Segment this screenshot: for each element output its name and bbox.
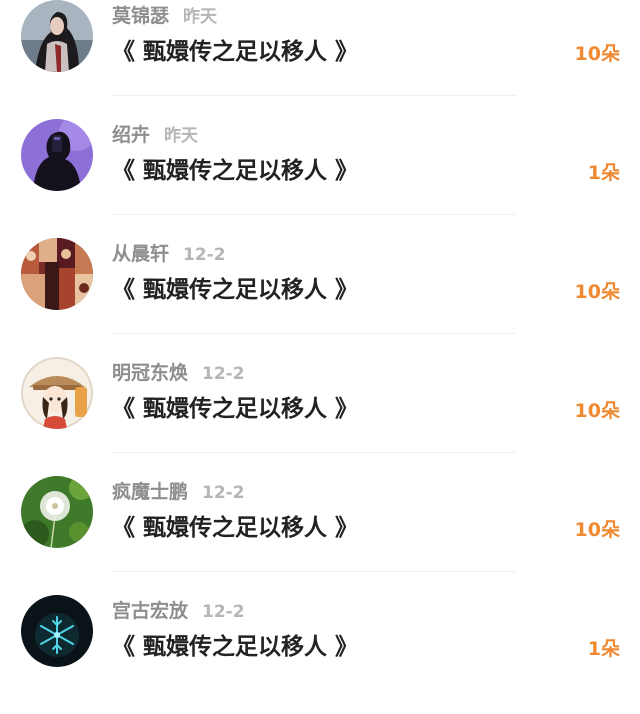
girl-portrait-avatar-icon[interactable] [21, 0, 93, 72]
timestamp: 昨天 [183, 7, 218, 27]
user-name[interactable]: 宫古宏放 [112, 600, 188, 622]
timestamp: 12-2 [183, 245, 226, 265]
list-item[interactable]: 疯魔士鹏 12-2 《 甄嬛传之足以移人 》 10朵 [0, 476, 640, 595]
gift-count: 1朵 [587, 162, 620, 184]
timestamp: 12-2 [202, 602, 245, 622]
collage-avatar-icon[interactable] [21, 238, 93, 310]
list-item[interactable]: 绍卉 昨天 《 甄嬛传之足以移人 》 1朵 [0, 119, 640, 238]
gift-title[interactable]: 《 甄嬛传之足以移人 》 [112, 273, 358, 307]
user-name[interactable]: 莫锦瑟 [112, 5, 169, 27]
divider [112, 214, 516, 215]
divider [112, 571, 516, 572]
timestamp: 昨天 [164, 126, 199, 146]
gift-count: 10朵 [574, 519, 620, 541]
timestamp: 12-2 [202, 483, 245, 503]
user-name[interactable]: 绍卉 [112, 124, 150, 146]
gift-count: 1朵 [587, 638, 620, 660]
gift-count: 10朵 [574, 400, 620, 422]
mirror-selfie-avatar-icon[interactable] [21, 119, 93, 191]
dandelion-avatar-icon[interactable] [21, 476, 93, 548]
list-item[interactable]: 明冠东焕 12-2 《 甄嬛传之足以移人 》 10朵 [0, 357, 640, 476]
gift-count: 10朵 [574, 43, 620, 65]
cartoon-girl-avatar-icon[interactable] [21, 357, 93, 429]
user-name[interactable]: 疯魔士鹏 [112, 481, 188, 503]
gift-count: 10朵 [574, 281, 620, 303]
user-name[interactable]: 从晨轩 [112, 243, 169, 265]
list-item[interactable]: 从晨轩 12-2 《 甄嬛传之足以移人 》 10朵 [0, 238, 640, 357]
timestamp: 12-2 [202, 364, 245, 384]
user-name[interactable]: 明冠东焕 [112, 362, 188, 384]
gift-title[interactable]: 《 甄嬛传之足以移人 》 [112, 35, 358, 69]
gift-title[interactable]: 《 甄嬛传之足以移人 》 [112, 630, 358, 664]
divider [112, 333, 516, 334]
gift-record-list: 莫锦瑟 昨天 《 甄嬛传之足以移人 》 10朵 绍卉 昨天 《 甄嬛传之足以移人 》… [0, 0, 640, 672]
gift-title[interactable]: 《 甄嬛传之足以移人 》 [112, 392, 358, 426]
snowflake-avatar-icon[interactable] [21, 595, 93, 667]
gift-title[interactable]: 《 甄嬛传之足以移人 》 [112, 154, 358, 188]
divider [112, 95, 516, 96]
gift-title[interactable]: 《 甄嬛传之足以移人 》 [112, 511, 358, 545]
divider [112, 452, 516, 453]
list-item[interactable]: 宫古宏放 12-2 《 甄嬛传之足以移人 》 1朵 [0, 595, 640, 714]
list-item[interactable]: 莫锦瑟 昨天 《 甄嬛传之足以移人 》 10朵 [0, 0, 640, 119]
